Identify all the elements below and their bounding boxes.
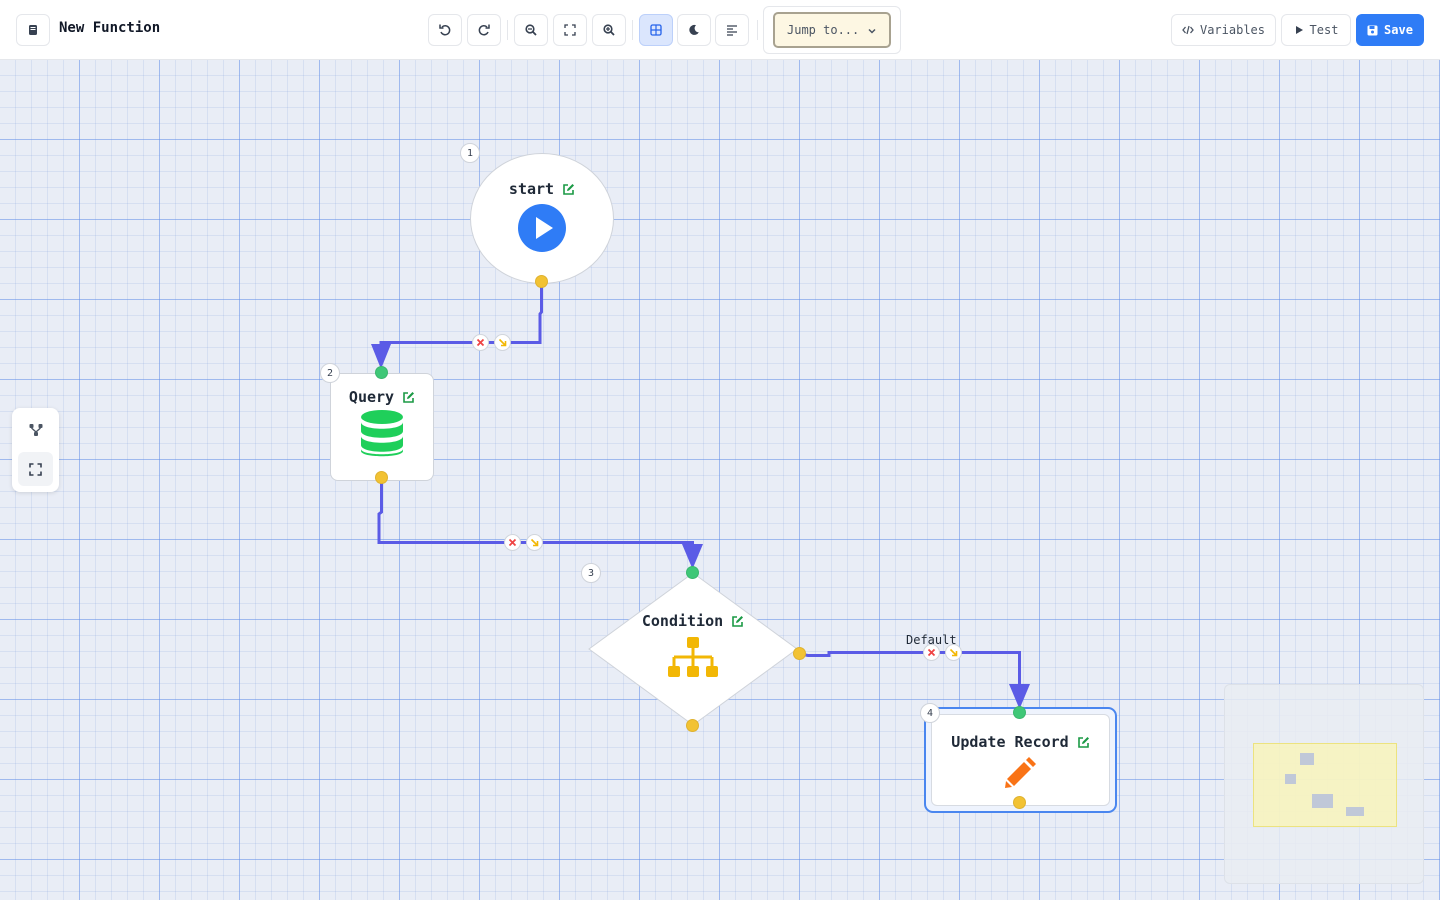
node-input-handle[interactable]: [1013, 706, 1026, 719]
canvas-side-toolbar: [12, 408, 59, 492]
menu-button[interactable]: [16, 14, 50, 46]
node-query[interactable]: Query: [330, 373, 434, 481]
edit-icon[interactable]: [731, 615, 744, 628]
node-number-badge: 1: [460, 143, 480, 163]
edge-delete-button[interactable]: [504, 534, 521, 551]
node-number-badge: 4: [920, 703, 940, 723]
node-label: Update Record: [951, 733, 1069, 751]
fit-view-icon: [564, 24, 576, 36]
edge-insert-button[interactable]: [526, 534, 543, 551]
node-label: Query: [348, 388, 395, 406]
node-input-handle[interactable]: [686, 566, 699, 579]
code-icon: [1182, 25, 1194, 35]
edge-insert-button[interactable]: [494, 334, 511, 351]
zoom-in-button[interactable]: [592, 14, 626, 46]
node-start[interactable]: start: [470, 153, 614, 284]
variables-label: Variables: [1199, 23, 1266, 37]
edit-icon[interactable]: [1077, 736, 1090, 749]
function-title: New Function: [59, 20, 161, 36]
test-label: Test: [1309, 23, 1339, 37]
database-icon: [361, 410, 403, 457]
test-button[interactable]: Test: [1281, 14, 1351, 46]
node-output-handle[interactable]: [686, 719, 699, 732]
node-label: start: [508, 180, 555, 198]
menu-icon: [29, 25, 37, 35]
save-button[interactable]: Save: [1356, 14, 1424, 46]
node-output-handle[interactable]: [1013, 796, 1026, 809]
node-label: Condition: [641, 612, 724, 630]
minimap-node: [1285, 774, 1296, 784]
toolbar-divider: [757, 20, 758, 40]
pencil-icon: [1004, 757, 1036, 788]
edge-delete-button[interactable]: [472, 334, 489, 351]
redo-button[interactable]: [467, 14, 501, 46]
play-circle-icon: [518, 204, 566, 252]
expand-icon: [29, 462, 42, 476]
flow-tree-icon: [29, 424, 42, 436]
zoom-out-button[interactable]: [514, 14, 548, 46]
node-output-handle-right[interactable]: [793, 647, 806, 660]
variables-button[interactable]: Variables: [1171, 14, 1276, 46]
minimap-viewport[interactable]: [1253, 743, 1397, 827]
auto-layout-button[interactable]: [715, 14, 749, 46]
edit-icon[interactable]: [562, 183, 575, 196]
node-card: Update Record: [931, 714, 1110, 806]
minimap[interactable]: [1224, 684, 1424, 884]
undo-icon: [439, 24, 451, 36]
edit-icon[interactable]: [402, 391, 415, 404]
minimap-node: [1300, 753, 1314, 765]
minimap-node: [1346, 807, 1364, 816]
node-output-handle[interactable]: [535, 275, 548, 288]
edge-label-default: Default: [906, 633, 957, 647]
top-toolbar: New Function Jump to... Variables Test S…: [0, 0, 1440, 60]
minimap-node: [1312, 794, 1333, 808]
node-condition[interactable]: Condition: [588, 572, 798, 726]
save-icon: [1367, 25, 1378, 35]
redo-icon: [478, 24, 490, 36]
zoom-in-icon: [603, 24, 615, 36]
align-icon: [727, 25, 737, 36]
zoom-out-icon: [525, 24, 537, 36]
auto-arrange-button[interactable]: [18, 413, 53, 447]
play-icon: [1295, 26, 1303, 34]
grid-icon: [650, 24, 662, 36]
node-output-handle[interactable]: [375, 471, 388, 484]
toolbar-divider: [632, 20, 633, 40]
grid-toggle-button[interactable]: [639, 14, 673, 46]
node-number-badge: 2: [320, 363, 340, 383]
node-input-handle[interactable]: [375, 366, 388, 379]
fit-view-button[interactable]: [553, 14, 587, 46]
chevron-down-icon: [868, 28, 876, 34]
jump-to-select[interactable]: Jump to...: [773, 12, 891, 48]
jump-to-container: Jump to...: [763, 6, 901, 54]
sitemap-icon: [668, 637, 718, 677]
undo-button[interactable]: [428, 14, 462, 46]
node-number-badge: 3: [581, 563, 601, 583]
fullscreen-button[interactable]: [18, 452, 53, 486]
save-label: Save: [1384, 23, 1413, 37]
dark-mode-button[interactable]: [677, 14, 711, 46]
jump-to-placeholder: Jump to...: [787, 23, 860, 37]
moon-icon: [689, 24, 699, 35]
toolbar-divider: [507, 20, 508, 40]
